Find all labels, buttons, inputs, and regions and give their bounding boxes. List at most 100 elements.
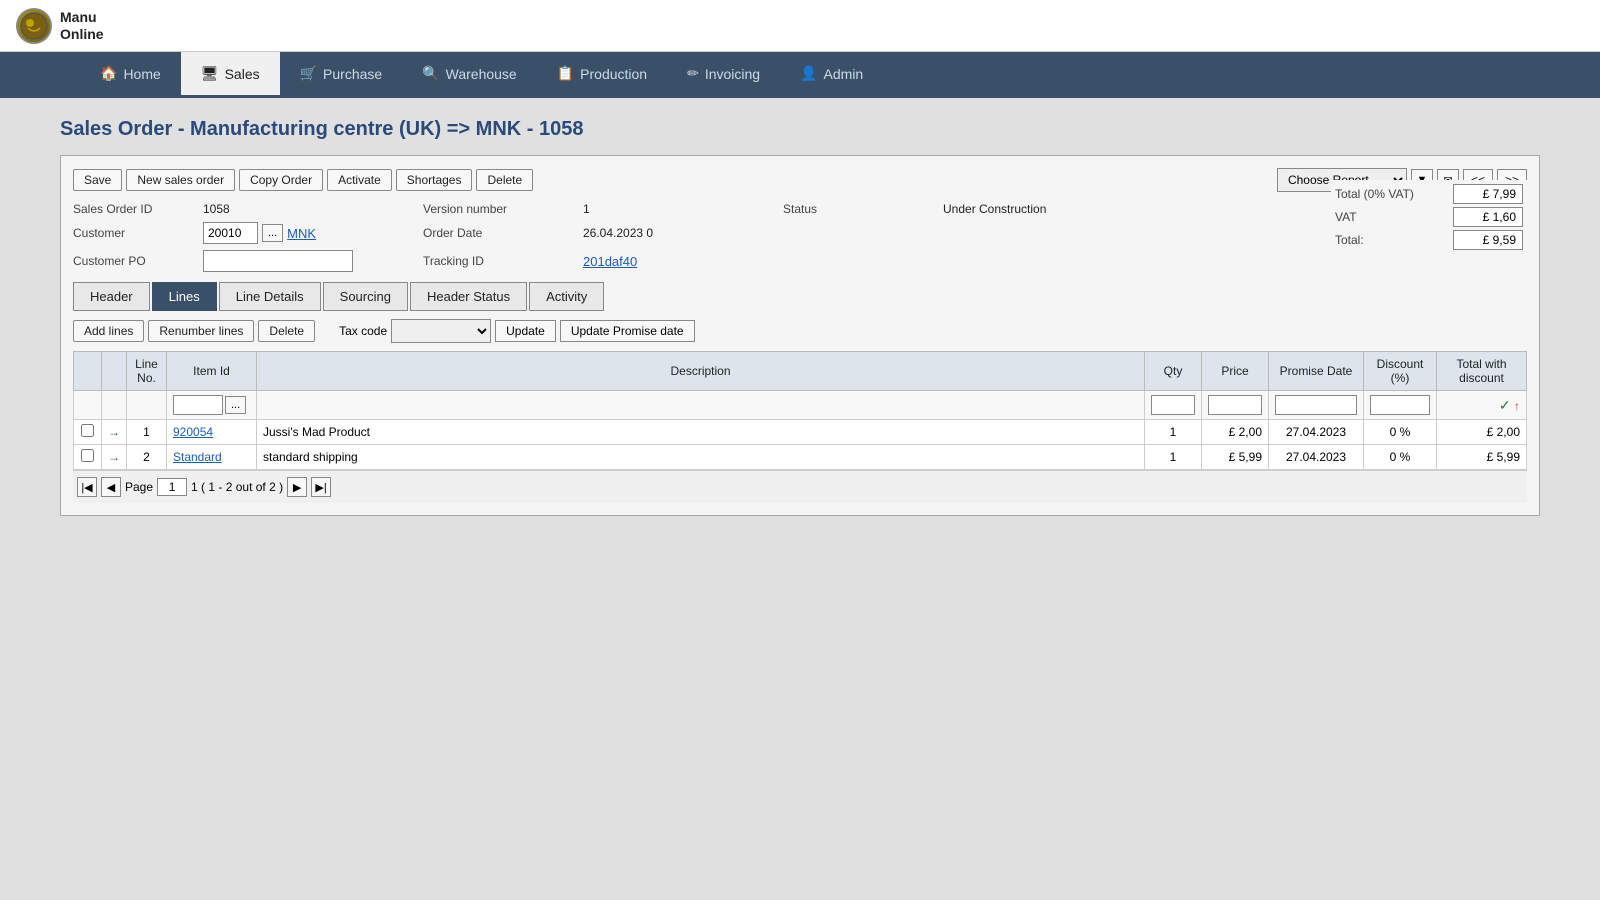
nav-production[interactable]: 📋 Production [537, 52, 667, 98]
tab-header[interactable]: Header [73, 282, 150, 311]
row-2-total: £ 5,99 [1437, 445, 1527, 470]
table-row: → 2 Standard standard shipping 1 £ 5,99 … [74, 445, 1527, 470]
row-2-promise: 27.04.2023 [1269, 445, 1364, 470]
tax-code-select[interactable] [391, 319, 491, 343]
vat-label: VAT [1335, 210, 1445, 224]
tab-lines[interactable]: Lines [152, 282, 217, 311]
page-number-input[interactable] [157, 478, 187, 496]
production-icon: 📋 [557, 65, 574, 82]
page-label: Page [125, 480, 153, 494]
order-date-label: Order Date [423, 226, 583, 240]
tracking-id-value[interactable]: 201daf40 [583, 254, 783, 269]
row-1-item-id[interactable]: 920054 [173, 425, 213, 439]
update-promise-button[interactable]: Update Promise date [560, 320, 695, 342]
total-row: Total: £ 9,59 [1335, 230, 1523, 250]
customer-field: ... MNK [203, 222, 423, 244]
update-button[interactable]: Update [495, 320, 556, 342]
item-id-input[interactable] [173, 395, 223, 415]
customer-browse-button[interactable]: ... [262, 224, 283, 242]
customer-po-input[interactable] [203, 250, 353, 272]
row-1-arrow: → [108, 425, 120, 439]
th-discount: Discount (%) [1364, 352, 1437, 391]
lines-toolbar: Add lines Renumber lines Delete Tax code… [73, 319, 1527, 343]
save-button[interactable]: Save [73, 169, 122, 191]
order-date-value: 26.04.2023 0 [583, 226, 783, 240]
row-1-qty: 1 [1145, 420, 1202, 445]
customer-id-input[interactable] [203, 222, 258, 244]
main-toolbar: Save New sales order Copy Order Activate… [73, 168, 1527, 192]
nav-sales[interactable]: 🖥 Sales [181, 52, 280, 98]
lines-table: Line No. Item Id Description Qty Price P… [73, 351, 1527, 470]
nav-bar: 🏠 Home 🖥 Sales 🛒 Purchase 🔍 Warehouse 📋 … [0, 52, 1600, 98]
logo-text: Manu Online [60, 9, 104, 43]
nav-purchase[interactable]: 🛒 Purchase [280, 52, 403, 98]
page-title: Sales Order - Manufacturing centre (UK) … [60, 118, 1540, 141]
customer-label: Customer [73, 226, 203, 240]
next-page-button[interactable]: ▶ [287, 477, 307, 497]
row-2-item-id[interactable]: Standard [173, 450, 222, 464]
nav-home[interactable]: 🏠 Home [80, 52, 181, 98]
prev-page-button[interactable]: ◀ [101, 477, 121, 497]
new-sales-order-button[interactable]: New sales order [126, 169, 235, 191]
version-number-value: 1 [583, 202, 783, 216]
qty-input[interactable] [1151, 395, 1195, 415]
home-icon: 🏠 [100, 65, 117, 82]
tab-header-status[interactable]: Header Status [410, 282, 527, 311]
purchase-icon: 🛒 [300, 65, 317, 82]
first-page-button[interactable]: |◀ [77, 477, 97, 497]
sales-order-id-label: Sales Order ID [73, 202, 203, 216]
nav-admin[interactable]: 👤 Admin [780, 52, 883, 98]
table-input-row: ... [74, 391, 1527, 420]
main-content: Sales Order - Manufacturing centre (UK) … [0, 98, 1600, 536]
row-2-price: £ 5,99 [1202, 445, 1269, 470]
delete-button[interactable]: Delete [476, 169, 533, 191]
main-panel: Save New sales order Copy Order Activate… [60, 155, 1540, 516]
tab-sourcing[interactable]: Sourcing [323, 282, 408, 311]
tax-code-label: Tax code [339, 324, 387, 338]
row-1-total: £ 2,00 [1437, 420, 1527, 445]
th-line-no: Line No. [127, 352, 167, 391]
total-value: £ 9,59 [1453, 230, 1523, 250]
th-total: Total with discount [1437, 352, 1527, 391]
activate-button[interactable]: Activate [327, 169, 392, 191]
promise-date-input[interactable] [1275, 395, 1357, 415]
row-2-checkbox[interactable] [81, 449, 94, 462]
renumber-lines-button[interactable]: Renumber lines [148, 320, 254, 342]
price-input[interactable] [1208, 395, 1262, 415]
row-2-qty: 1 [1145, 445, 1202, 470]
pagination: |◀ ◀ Page 1 ( 1 - 2 out of 2 ) ▶ ▶| [73, 470, 1527, 503]
table-header-row: Line No. Item Id Description Qty Price P… [74, 352, 1527, 391]
last-page-button[interactable]: ▶| [311, 477, 331, 497]
vat-row: VAT £ 1,60 [1335, 207, 1523, 227]
tracking-id-label: Tracking ID [423, 254, 583, 268]
row-1-price: £ 2,00 [1202, 420, 1269, 445]
total-vat-value: £ 7,99 [1453, 184, 1523, 204]
logo-area: Manu Online [16, 8, 104, 44]
th-item-id: Item Id [167, 352, 257, 391]
cancel-row-icon[interactable]: ↑ [1514, 399, 1520, 413]
customer-link[interactable]: MNK [287, 226, 316, 241]
pagination-summary: 1 ( 1 - 2 out of 2 ) [191, 480, 283, 494]
tab-activity[interactable]: Activity [529, 282, 604, 311]
lines-delete-button[interactable]: Delete [258, 320, 315, 342]
nav-invoicing[interactable]: ✏ Invoicing [667, 52, 780, 98]
th-arrow [102, 352, 127, 391]
row-1-promise: 27.04.2023 [1269, 420, 1364, 445]
version-number-label: Version number [423, 202, 583, 216]
row-1-description: Jussi's Mad Product [257, 420, 1145, 445]
discount-input[interactable] [1370, 395, 1430, 415]
order-info-grid: Sales Order ID 1058 Version number 1 Sta… [73, 202, 1527, 272]
sales-order-id-value: 1058 [203, 202, 423, 216]
copy-order-button[interactable]: Copy Order [239, 169, 323, 191]
tab-line-details[interactable]: Line Details [219, 282, 321, 311]
shortages-button[interactable]: Shortages [396, 169, 473, 191]
add-lines-button[interactable]: Add lines [73, 320, 144, 342]
th-qty: Qty [1145, 352, 1202, 391]
tabs: Header Lines Line Details Sourcing Heade… [73, 282, 1527, 311]
nav-warehouse[interactable]: 🔍 Warehouse [402, 52, 537, 98]
confirm-icon[interactable]: ✓ [1499, 397, 1511, 413]
item-browse-button[interactable]: ... [225, 396, 246, 414]
th-price: Price [1202, 352, 1269, 391]
row-1-checkbox[interactable] [81, 424, 94, 437]
vat-value: £ 1,60 [1453, 207, 1523, 227]
